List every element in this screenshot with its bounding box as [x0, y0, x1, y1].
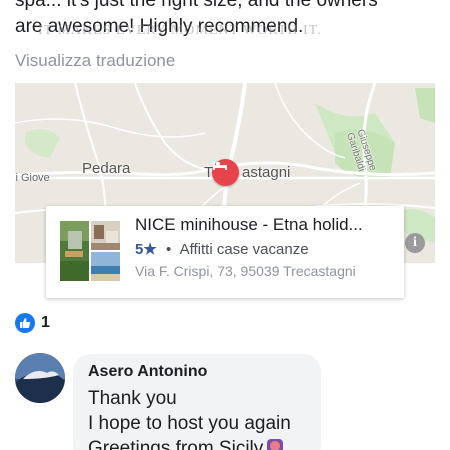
place-photo-thumbnails — [60, 221, 120, 281]
place-category: Affitti case vacanze — [179, 241, 309, 258]
map-label-giove: li Giove — [15, 172, 50, 184]
comment-line-1: Thank you — [88, 388, 177, 409]
comment-author[interactable]: Asero Antonino — [88, 363, 207, 381]
place-rating: 5★ — [135, 241, 157, 258]
avatar[interactable] — [15, 353, 65, 403]
place-photo-garden — [60, 221, 89, 281]
comment-line-2: I hope to host you again — [88, 413, 291, 434]
emoji-icon — [267, 439, 284, 450]
place-photo-sea — [91, 252, 120, 281]
place-card[interactable]: NICE minihouse - Etna holid... 5★ • Affi… — [46, 206, 404, 298]
reactions-summary[interactable]: 1 — [15, 313, 50, 333]
watermark: IT MAKES EVERY MOMENT WORTH IT. — [38, 23, 322, 38]
meta-separator: • — [165, 241, 172, 258]
comment-line-3-text: Greetings from Sicily — [88, 438, 264, 450]
map-pin[interactable] — [212, 159, 239, 186]
map-info-icon[interactable]: i — [405, 233, 425, 253]
comment-bubble: Asero Antonino Thank you I hope to host … — [73, 354, 321, 450]
place-photo-interior — [91, 221, 120, 250]
place-address: Via F. Crispi, 73, 95039 Trecastagni — [135, 263, 356, 279]
place-title[interactable]: NICE minihouse - Etna holid... — [135, 215, 363, 235]
post-text-line-1: spa... it's just the right size, and the… — [15, 0, 378, 11]
place-meta: 5★ • Affitti case vacanze — [135, 240, 309, 258]
thumbs-up-icon[interactable] — [15, 313, 35, 333]
comment-body: Thank you I hope to host you again Greet… — [88, 386, 291, 450]
comment-line-3: Greetings from Sicily — [88, 436, 291, 450]
avatar-image — [15, 353, 65, 403]
bed-icon — [213, 161, 227, 170]
map-label-pedara: Pedara — [82, 160, 131, 177]
map-label-trecastagni-end: astagni — [242, 164, 291, 181]
see-translation-link[interactable]: Visualizza traduzione — [15, 51, 175, 71]
like-count: 1 — [41, 314, 50, 331]
